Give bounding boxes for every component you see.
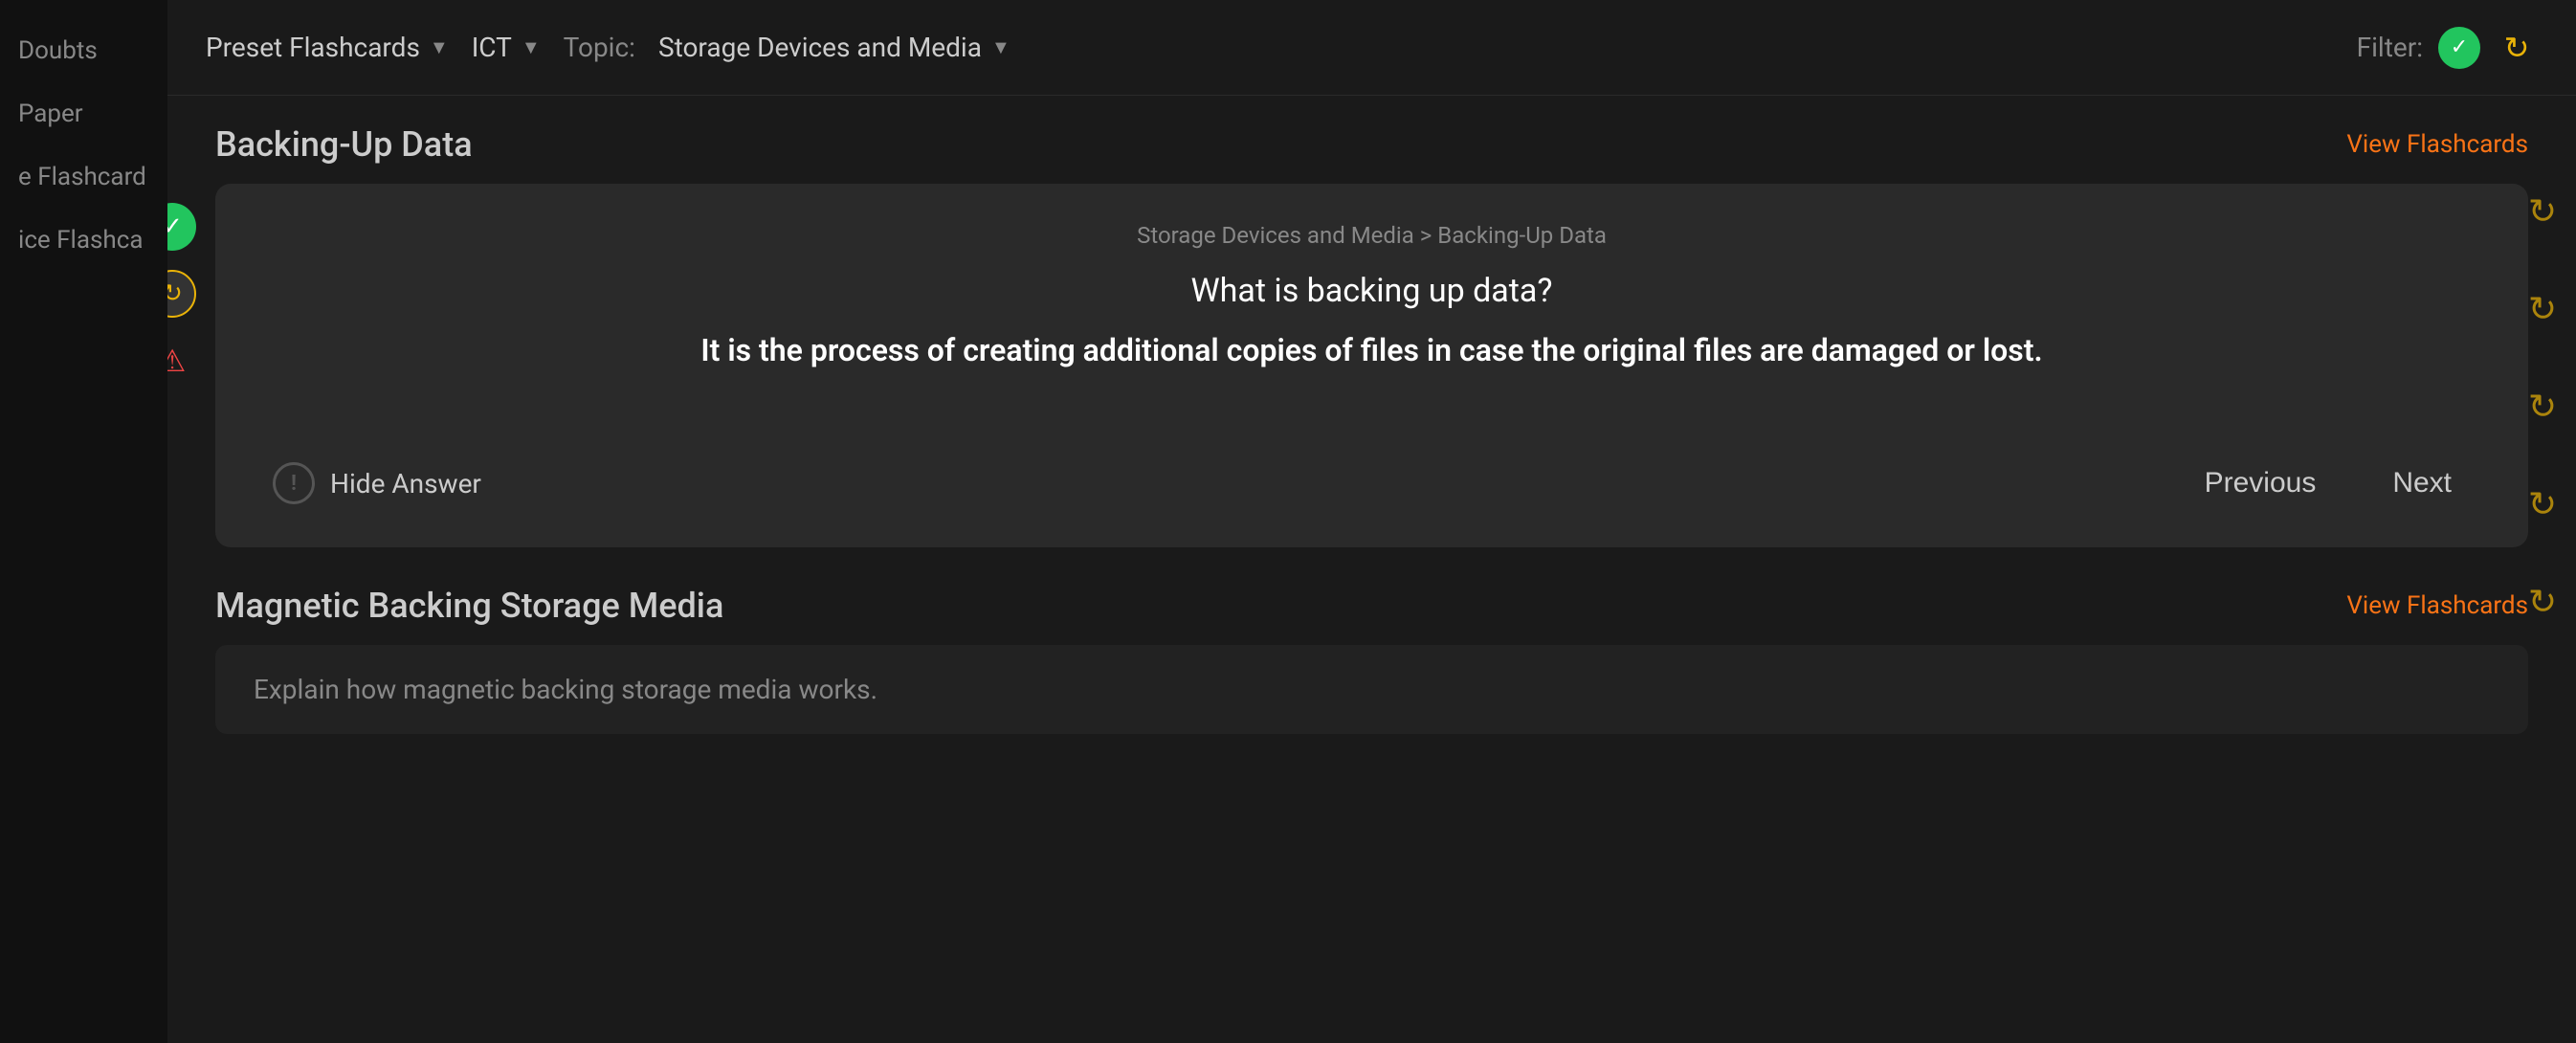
- flashcard-icons-panel: ✓ ↻ ⚠: [167, 203, 196, 385]
- topic-dropdown[interactable]: Storage Devices and Media ▼: [658, 32, 1010, 63]
- flashcard-review-icon[interactable]: ↻: [167, 270, 196, 318]
- right-refresh-icon-1[interactable]: ↻: [2528, 191, 2557, 232]
- storage-devices-label: Storage Devices and Media: [658, 32, 982, 63]
- section2-card-text: Explain how magnetic backing storage med…: [254, 674, 877, 705]
- filter-section: Filter: ✓ ↻: [2357, 27, 2538, 69]
- right-refresh-icon-2[interactable]: ↻: [2528, 289, 2557, 329]
- flashcard-answer: It is the process of creating additional…: [273, 329, 2471, 429]
- exclamation-icon[interactable]: !: [273, 462, 315, 504]
- section2-title: Magnetic Backing Storage Media: [215, 586, 723, 626]
- flashcard-container: ✓ ↻ ⚠ Storage Devices and Media > Backin…: [215, 184, 2528, 547]
- right-refresh-icon-5[interactable]: ↻: [2528, 582, 2557, 622]
- topic-label: Topic:: [564, 32, 635, 63]
- flashcard-footer: ! Hide Answer Previous Next: [273, 429, 2471, 509]
- sidebar-item-doubts[interactable]: Doubts: [0, 19, 167, 82]
- right-refresh-icons: ↻ ↻ ↻ ↻ ↻: [2528, 191, 2557, 622]
- hide-answer-button[interactable]: Hide Answer: [330, 468, 481, 499]
- sidebar: Doubts Paper e Flashcard ice Flashca: [0, 0, 167, 1043]
- sidebar-item-e-flashcard[interactable]: e Flashcard: [0, 145, 167, 209]
- ict-arrow-icon: ▼: [522, 35, 541, 59]
- filter-refresh-icon[interactable]: ↻: [2496, 27, 2538, 69]
- next-button[interactable]: Next: [2373, 457, 2471, 509]
- preset-flashcards-dropdown[interactable]: Preset Flashcards ▼: [206, 32, 449, 63]
- filter-green-check-icon[interactable]: ✓: [2438, 27, 2480, 69]
- flashcard-question: What is backing up data?: [273, 272, 2471, 310]
- ict-dropdown[interactable]: ICT ▼: [472, 32, 541, 63]
- preset-flashcards-arrow-icon: ▼: [430, 35, 449, 59]
- topic-arrow-icon: ▼: [991, 35, 1010, 59]
- sidebar-item-practice-flashcard[interactable]: ice Flashca: [0, 209, 167, 272]
- topbar: Preset Flashcards ▼ ICT ▼ Topic: Storage…: [167, 0, 2576, 96]
- flashcard-modal: Storage Devices and Media > Backing-Up D…: [215, 184, 2528, 547]
- previous-button[interactable]: Previous: [2186, 457, 2336, 509]
- section1-title: Backing-Up Data: [215, 124, 473, 165]
- right-refresh-icon-4[interactable]: ↻: [2528, 484, 2557, 524]
- section2-view-flashcards-link[interactable]: View Flashcards: [2346, 591, 2528, 620]
- right-refresh-icon-3[interactable]: ↻: [2528, 387, 2557, 427]
- flashcard-breadcrumb: Storage Devices and Media > Backing-Up D…: [273, 222, 2471, 249]
- content-area: Backing-Up Data View Flashcards ✓ ↻ ⚠ St…: [167, 96, 2576, 1043]
- section2-header: Magnetic Backing Storage Media View Flas…: [215, 586, 2528, 626]
- section2-card: Explain how magnetic backing storage med…: [215, 645, 2528, 734]
- preset-flashcards-label: Preset Flashcards: [206, 32, 420, 63]
- section1-view-flashcards-link[interactable]: View Flashcards: [2346, 130, 2528, 159]
- flashcard-known-icon[interactable]: ✓: [167, 203, 196, 251]
- sidebar-item-paper[interactable]: Paper: [0, 82, 167, 145]
- filter-label: Filter:: [2357, 32, 2423, 63]
- section1-header: Backing-Up Data View Flashcards: [215, 124, 2528, 165]
- hide-answer-section: ! Hide Answer: [273, 462, 481, 504]
- flashcard-warning-icon[interactable]: ⚠: [167, 337, 196, 385]
- main-content: Preset Flashcards ▼ ICT ▼ Topic: Storage…: [167, 0, 2576, 1043]
- ict-label: ICT: [472, 32, 512, 63]
- nav-buttons: Previous Next: [2186, 457, 2471, 509]
